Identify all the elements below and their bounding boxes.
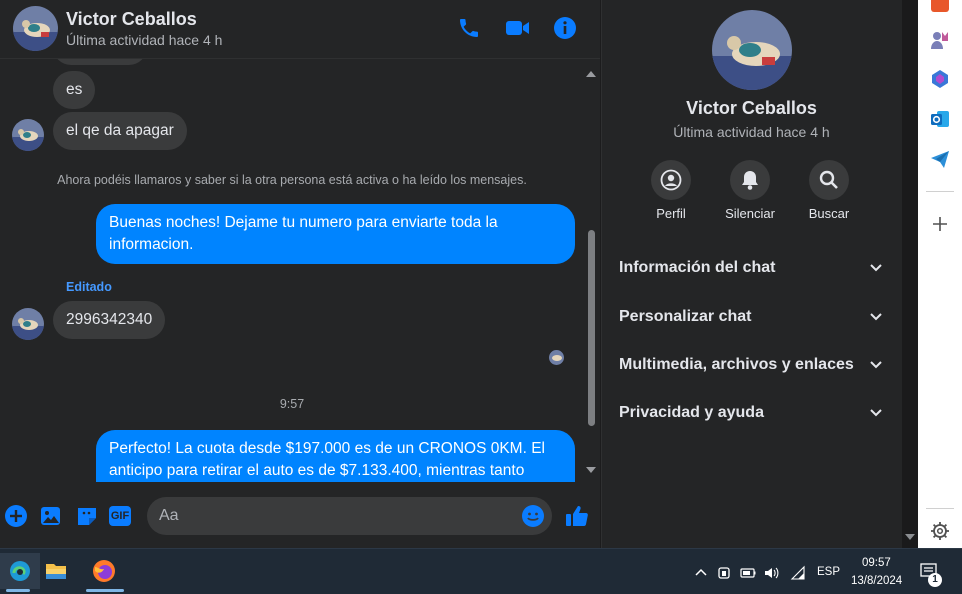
message-bubble-partial <box>53 59 147 65</box>
message-outgoing: Buenas noches! Dejame tu numero para env… <box>96 204 575 264</box>
gif-icon[interactable]: GIF <box>109 506 131 526</box>
like-icon[interactable] <box>564 503 590 529</box>
emoji-icon[interactable] <box>521 504 545 528</box>
message-list[interactable]: es el qe da apagar Ahora podéis llamaros… <box>0 59 584 482</box>
section-chat-info[interactable]: Información del chat <box>601 244 901 292</box>
message-incoming: es <box>53 71 96 109</box>
edited-label: Editado <box>66 280 112 294</box>
profile-icon <box>651 160 691 200</box>
sidebar-divider <box>926 191 954 192</box>
volume-icon[interactable] <box>763 565 779 581</box>
battery-icon[interactable] <box>740 565 756 581</box>
action-mute[interactable]: Silenciar <box>710 160 790 221</box>
chevron-down-icon <box>870 409 882 417</box>
phone-icon[interactable] <box>457 16 483 42</box>
section-privacy-help[interactable]: Privacidad y ayuda <box>601 389 901 437</box>
section-media-files-links[interactable]: Multimedia, archivos y enlaces <box>601 341 901 389</box>
chat-scroll-thumb[interactable] <box>588 230 595 426</box>
profile-avatar-large[interactable] <box>712 10 792 90</box>
message-input[interactable] <box>147 497 552 535</box>
add-icon[interactable] <box>929 213 951 235</box>
wifi-icon[interactable] <box>790 565 806 581</box>
active-app-indicator <box>6 589 30 592</box>
sidebar-app-icon[interactable] <box>929 0 951 14</box>
section-label: Personalizar chat <box>619 308 752 325</box>
section-label: Información del chat <box>619 259 776 276</box>
contact-avatar[interactable] <box>13 6 58 51</box>
action-search[interactable]: Buscar <box>789 160 869 221</box>
video-icon[interactable] <box>505 16 531 42</box>
action-profile[interactable]: Perfil <box>631 160 711 221</box>
system-note: Ahora podéis llamaros y saber si la otra… <box>57 173 527 187</box>
chevron-down-icon <box>870 313 882 321</box>
action-label: Buscar <box>808 206 850 221</box>
contact-name[interactable]: Victor Ceballos <box>66 9 197 30</box>
games-icon[interactable] <box>929 29 951 51</box>
meet-now-icon[interactable] <box>717 565 733 581</box>
clock-time[interactable]: 09:57 <box>862 557 891 569</box>
settings-gear-icon[interactable] <box>929 520 951 542</box>
chevron-up-icon[interactable] <box>693 565 709 581</box>
active-app-indicator <box>86 589 124 592</box>
copilot-icon[interactable] <box>929 68 951 90</box>
send-icon[interactable] <box>929 148 951 170</box>
bell-icon <box>730 160 770 200</box>
sidebar-divider <box>926 508 954 509</box>
chevron-down-icon <box>870 264 882 272</box>
input-language[interactable]: ESP <box>817 566 840 578</box>
sticker-icon[interactable] <box>75 504 99 528</box>
section-customize-chat[interactable]: Personalizar chat <box>601 293 901 341</box>
read-receipt-avatar <box>549 350 564 365</box>
search-icon <box>809 160 849 200</box>
info-icon[interactable] <box>553 16 579 42</box>
profile-status: Última actividad hace 4 h <box>673 124 830 140</box>
chat-header: Victor Ceballos Última actividad hace 4 … <box>0 0 600 59</box>
sender-avatar[interactable] <box>12 308 44 340</box>
image-icon[interactable] <box>39 504 63 528</box>
clock-date[interactable]: 13/8/2024 <box>851 575 902 587</box>
firefox-icon[interactable] <box>84 553 124 589</box>
section-label: Privacidad y ayuda <box>619 404 764 421</box>
info-scrollbar[interactable] <box>902 0 918 548</box>
timestamp: 9:57 <box>279 397 305 411</box>
action-label: Silenciar <box>725 206 775 221</box>
edge-icon[interactable] <box>0 553 40 589</box>
file-explorer-icon[interactable] <box>36 553 76 589</box>
contact-status: Última actividad hace 4 h <box>66 32 223 48</box>
chevron-down-icon <box>870 361 882 369</box>
sender-avatar[interactable] <box>12 119 44 151</box>
message-incoming: el qe da apagar <box>53 112 187 150</box>
message-outgoing: Perfecto! La cuota desde $197.000 es de … <box>96 430 575 482</box>
action-label: Perfil <box>656 206 686 221</box>
message-incoming: 2996342340 <box>53 301 166 339</box>
gif-label: GIF <box>110 510 130 522</box>
scroll-down-arrow[interactable] <box>586 467 596 473</box>
section-label: Multimedia, archivos y enlaces <box>619 356 854 373</box>
profile-name: Victor Ceballos <box>686 98 817 118</box>
info-scroll-down-arrow[interactable] <box>905 534 915 540</box>
plus-icon[interactable] <box>4 504 28 528</box>
outlook-icon[interactable] <box>929 108 951 130</box>
scroll-up-arrow[interactable] <box>586 71 596 77</box>
notification-badge: 1 <box>928 573 942 587</box>
